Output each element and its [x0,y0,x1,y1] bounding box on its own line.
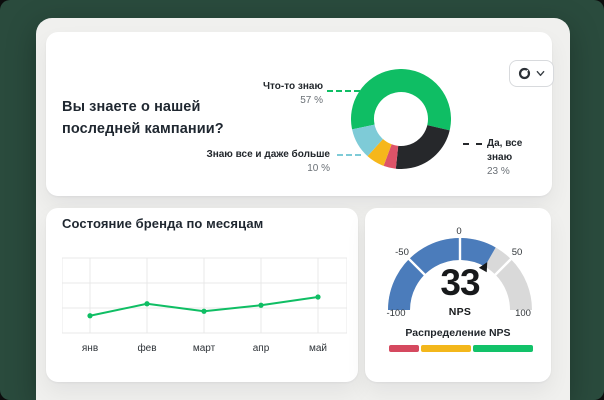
gauge-value: 33 [415,264,505,302]
donut-callout-label: Да, все знаю [487,137,549,165]
gauge-tick: -50 [387,247,417,258]
donut-callout-know-more: Знаю все и даже больше 10 % [140,148,330,176]
x-axis-label: фев [137,342,156,354]
nps-distribution-title: Распределение NPS [365,327,551,339]
gauge-unit-label: NPS [425,306,495,318]
line-chart: янв фев март апр май [62,254,347,362]
card-brand-trend: Состояние бренда по месяцам янв фев март ап… [46,208,358,382]
donut-callout-label: Что-то знаю [203,80,323,94]
brand-trend-title: Состояние бренда по месяцам [62,216,263,231]
callout-leader-line [327,90,360,92]
gauge-tick: 0 [444,226,474,237]
nps-distribution-bar [389,345,533,352]
gauge-tick-min: -100 [381,308,411,319]
dashboard-background: Вы знаете о нашей последней кампании? Чт… [0,0,604,400]
donut-callout-value: 10 % [140,162,330,176]
callout-leader-line [463,143,482,145]
gauge-tick: 50 [502,247,532,258]
data-point [258,303,263,308]
callout-leader-line [337,154,361,156]
card-campaign-awareness: Вы знаете о нашей последней кампании? Чт… [46,32,552,196]
chart-type-dropdown[interactable] [509,60,554,87]
card-nps-gauge: -100 -50 0 50 100 33 NPS Распределение N… [365,208,551,382]
bar-segment-passives [421,345,471,352]
donut-callout-value: 23 % [487,165,549,179]
gauge-tick-max: 100 [508,308,538,319]
data-point [315,294,320,299]
bar-segment-detractors [389,345,419,352]
x-axis-label: март [193,343,216,354]
data-point [144,301,149,306]
x-axis-label: апр [253,343,270,354]
bar-segment-promoters [473,345,533,352]
data-point [87,313,92,318]
donut-callout-something: Что-то знаю 57 % [203,80,323,108]
chevron-down-icon [536,69,545,78]
data-point [201,309,206,314]
donut-callout-label: Знаю все и даже больше [140,148,330,162]
donut-callout-know-all: Да, все знаю 23 % [487,137,549,179]
dashboard-panel: Вы знаете о нашей последней кампании? Чт… [36,18,570,400]
donut-chart-icon [518,67,531,80]
x-axis-label: янв [82,343,98,354]
x-axis-label: май [309,343,327,354]
donut-chart [351,69,451,169]
donut-callout-value: 57 % [203,94,323,108]
